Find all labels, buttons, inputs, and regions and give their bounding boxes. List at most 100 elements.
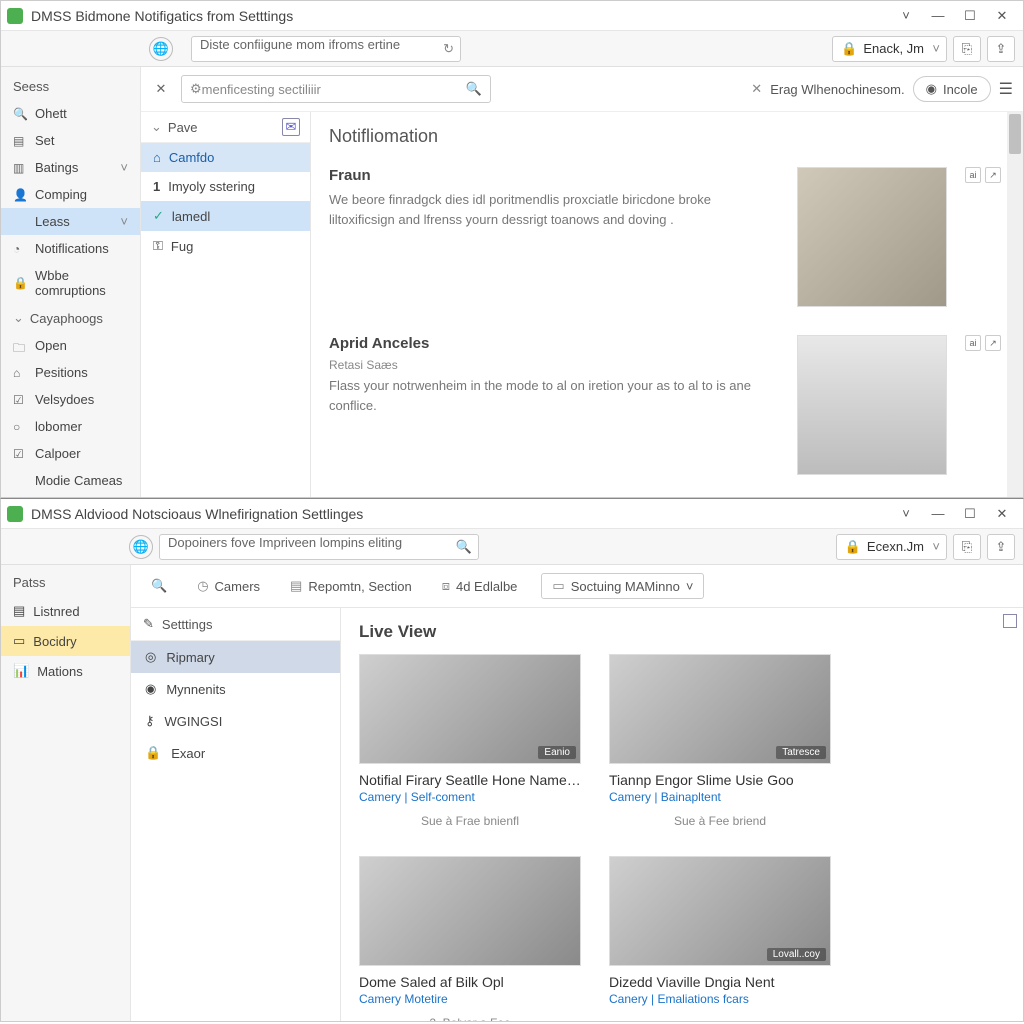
sidebar-item-leass[interactable]: Leass˅	[1, 208, 140, 235]
tab-report[interactable]: ▤Repomtn, Section	[284, 574, 418, 598]
card-title: Notifial Firary Seatlle Hone Name....	[359, 772, 581, 788]
user-dropdown[interactable]: 🔒 Enack, Jm ˅	[832, 36, 947, 62]
close-icon[interactable]: ✕	[151, 81, 171, 97]
panel-item-mynnenits[interactable]: ◉Mynnenits	[131, 673, 340, 705]
gallery-card[interactable]: Eanio Notifial Firary Seatlle Hone Name.…	[359, 654, 581, 828]
sub-item-fug[interactable]: ⚿Fug	[141, 231, 310, 261]
sidebar-group[interactable]: ⌄Cayaphoogs	[1, 304, 140, 332]
sidebar-item-set[interactable]: ▤Set	[1, 127, 140, 154]
search-input[interactable]: ⚙ menficesting sectiliiir 🔍	[181, 75, 491, 103]
tab-search[interactable]: 🔍	[145, 574, 173, 598]
address-text: Diste confiigune mom ifroms ertine	[200, 37, 400, 52]
badge-icon[interactable]: ↗	[985, 335, 1001, 351]
sub-panel-head[interactable]: ⌄Pave✉	[141, 112, 310, 143]
gallery-card[interactable]: Dome Saled af Bilk Opl Camery Motetire 2…	[359, 856, 581, 1021]
sub-item-imyoly[interactable]: 1Imyoly sstering	[141, 172, 310, 201]
chevron-down-icon[interactable]: ˅	[891, 4, 921, 28]
copy-icon[interactable]: ⎘	[953, 534, 981, 560]
sidebar-item-calpoer[interactable]: ☑Calpoer	[1, 440, 140, 467]
chevron-down-icon: ⌄	[151, 119, 162, 135]
sidebar-heading: Patss	[1, 569, 130, 596]
window-advanced: DMSS Aldviood Notscioaus Wlnefirignation…	[0, 498, 1024, 1022]
user-dropdown[interactable]: 🔒 Ecexn.Jm ˅	[836, 534, 947, 560]
maximize-button[interactable]: ☐	[955, 502, 985, 526]
thumbnail	[359, 856, 581, 966]
check-icon: ☑	[13, 447, 27, 461]
list-icon: ▤	[13, 603, 25, 619]
panel-heading[interactable]: ✎Setttings	[131, 608, 340, 641]
search-icon[interactable]: 🔍	[456, 539, 472, 555]
sub-item-lamedl[interactable]: ✓lamedl	[141, 201, 310, 231]
home-icon: ⌂	[13, 366, 27, 380]
globe-icon[interactable]: 🌐	[129, 535, 153, 559]
gallery-card[interactable]: Lovall..coy Dizedd Viaville Dngia Nent C…	[609, 856, 831, 1021]
pill-incole[interactable]: ◉Incole	[913, 76, 991, 102]
minimize-button[interactable]: —	[923, 4, 953, 28]
globe-icon[interactable]: 🌐	[149, 37, 173, 61]
circle-icon: ○	[13, 420, 27, 434]
sidebar-item-open[interactable]: 🗀Open	[1, 332, 140, 359]
menu-icon[interactable]: ☰	[999, 79, 1013, 99]
sidebar-item-bocidry[interactable]: ▭Bocidry	[1, 626, 130, 656]
sidebar-item-velsydoes[interactable]: ☑Velsydoes	[1, 386, 140, 413]
address-bar[interactable]: Diste confiigune mom ifroms ertine ↻	[191, 36, 461, 62]
check-icon: ☑	[13, 393, 27, 407]
sub-item-camfdo[interactable]: ⌂Camfdo	[141, 143, 310, 172]
thumbnail	[797, 167, 947, 307]
share-icon[interactable]: ⇪	[987, 534, 1015, 560]
minimize-button[interactable]: —	[923, 502, 953, 526]
sidebar-item-eacelyalse[interactable]: Eacelyalse	[1, 494, 140, 497]
tab-4d[interactable]: ⧈4d Edlalbe	[436, 574, 524, 598]
badge-icon[interactable]: ai	[965, 335, 981, 351]
close-button[interactable]: ✕	[987, 4, 1017, 28]
mail-icon[interactable]: ✉	[282, 118, 300, 136]
sidebar-item-listnred[interactable]: ▤Listnred	[1, 596, 130, 626]
card-title: Fraun	[329, 167, 779, 184]
window-title: DMSS Aldviood Notscioaus Wlnefirignation…	[31, 506, 891, 522]
gallery-card[interactable]: Tatresce Tiannp Engor Slime Usie Goo Cam…	[609, 654, 831, 828]
sidebar-item-mations[interactable]: 📊Mations	[1, 656, 130, 686]
refresh-icon[interactable]: ↻	[443, 41, 454, 57]
close-button[interactable]: ✕	[987, 502, 1017, 526]
sidebar-item-positions[interactable]: ⌂Pesitions	[1, 359, 140, 386]
thumbnail-tag: Lovall..coy	[767, 948, 826, 961]
expand-icon[interactable]	[1003, 614, 1017, 628]
address-text: Dopoiners fove Impriveen lompins eliting	[168, 535, 402, 550]
window-icon: ▭	[552, 578, 564, 594]
search-icon: 🔍	[151, 578, 167, 594]
scroll-thumb[interactable]	[1009, 114, 1021, 154]
panel-item-exaor[interactable]: 🔒Exaor	[131, 737, 340, 769]
main-content: Notifliomation Fraun We beore finradgck …	[311, 112, 1023, 497]
sidebar-item-modie[interactable]: Modie Cameas	[1, 467, 140, 494]
address-bar[interactable]: Dopoiners fove Impriveen lompins eliting…	[159, 534, 479, 560]
gallery-title: Live View	[359, 622, 1005, 642]
sidebar-item-ohett[interactable]: 🔍Ohett	[1, 100, 140, 127]
copy-icon[interactable]: ⎘	[953, 36, 981, 62]
maximize-button[interactable]: ☐	[955, 4, 985, 28]
thumbnail: Eanio	[359, 654, 581, 764]
card-title: Dizedd Viaville Dngia Nent	[609, 974, 831, 990]
tab-soctuing[interactable]: ▭Soctuing MAMinno ˅	[541, 573, 704, 599]
toolbar: 🌐 Diste confiigune mom ifroms ertine ↻ 🔒…	[1, 31, 1023, 67]
search-icon[interactable]: 🔍	[466, 81, 482, 97]
chevron-down-icon[interactable]: ˅	[891, 502, 921, 526]
panel-item-wgingsi[interactable]: ⚷WGINGSI	[131, 705, 340, 737]
share-icon[interactable]: ⇪	[987, 36, 1015, 62]
card-note: 2, Belvar a Fee	[359, 1016, 581, 1021]
sidebar-item-notifications[interactable]: ◔Notiflications	[1, 235, 140, 262]
sidebar-item-lobomer[interactable]: ○lobomer	[1, 413, 140, 440]
sidebar: Patss ▤Listnred ▭Bocidry 📊Mations	[1, 565, 131, 1021]
window-title: DMSS Bidmone Notifigatics from Setttings	[31, 8, 891, 24]
close-icon[interactable]: ✕	[751, 81, 762, 97]
titlebar: DMSS Bidmone Notifigatics from Setttings…	[1, 1, 1023, 31]
sidebar-item-wbbe[interactable]: 🔒Wbbe comruptions	[1, 262, 140, 304]
panel-item-ripmary[interactable]: ◎Ripmary	[131, 641, 340, 673]
scrollbar[interactable]	[1007, 112, 1023, 497]
badge-icon[interactable]: ai	[965, 167, 981, 183]
card-subtitle: Canery | Emaliations fcars	[609, 992, 831, 1006]
thumbnail-tag: Eanio	[538, 746, 576, 759]
tab-camers[interactable]: ◷Camers	[191, 574, 266, 598]
sidebar-item-batings[interactable]: ▥Batings˅	[1, 154, 140, 181]
badge-icon[interactable]: ↗	[985, 167, 1001, 183]
sidebar-item-comping[interactable]: 👤Comping	[1, 181, 140, 208]
